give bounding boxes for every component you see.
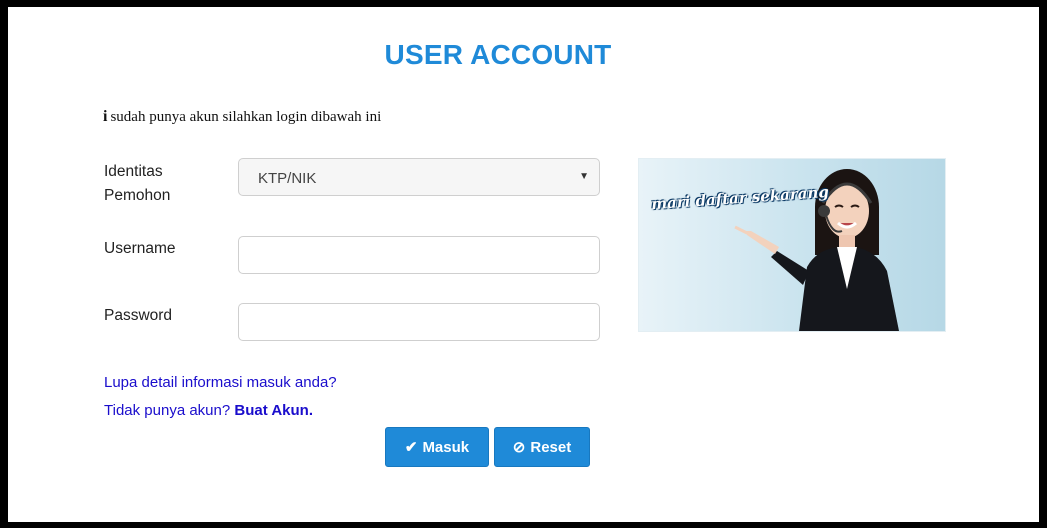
chevron-down-icon: ▼	[579, 171, 589, 182]
login-button[interactable]: ✔ Masuk	[385, 427, 489, 467]
identity-select-value: KTP/NIK	[258, 170, 317, 187]
info-icon: i	[103, 108, 108, 125]
reset-button-label: Reset	[530, 438, 572, 456]
password-label: Password	[104, 307, 173, 324]
password-input[interactable]	[238, 303, 600, 341]
login-button-label: Masuk	[422, 438, 470, 456]
check-icon: ✔	[404, 439, 418, 456]
create-account-link[interactable]: Buat Akun.	[234, 402, 313, 419]
login-panel: USER ACCOUNT i sudah punya akun silahkan …	[8, 7, 1039, 522]
identity-select[interactable]: KTP/NIK ▼	[238, 158, 600, 196]
identity-label: Identitas Pemohon	[104, 160, 170, 208]
no-account-text: Tidak punya akun?	[104, 402, 231, 419]
info-message: i sudah punya akun silahkan login dibawah…	[103, 108, 381, 126]
register-banner-image: mari daftar sekarang	[638, 158, 946, 332]
username-label: Username	[104, 240, 176, 257]
identity-label-line2: Pemohon	[104, 187, 171, 204]
ban-icon: ⊘	[512, 439, 526, 456]
identity-label-line1: Identitas	[104, 163, 163, 180]
username-input[interactable]	[238, 236, 600, 274]
info-text: sudah punya akun silahkan login dibawah …	[110, 109, 382, 125]
signup-line: Tidak punya akun? Buat Akun.	[104, 402, 313, 419]
reset-button[interactable]: ⊘ Reset	[494, 427, 590, 467]
page-title: USER ACCOUNT	[384, 39, 612, 70]
forgot-login-link[interactable]: Lupa detail informasi masuk anda?	[104, 374, 337, 391]
